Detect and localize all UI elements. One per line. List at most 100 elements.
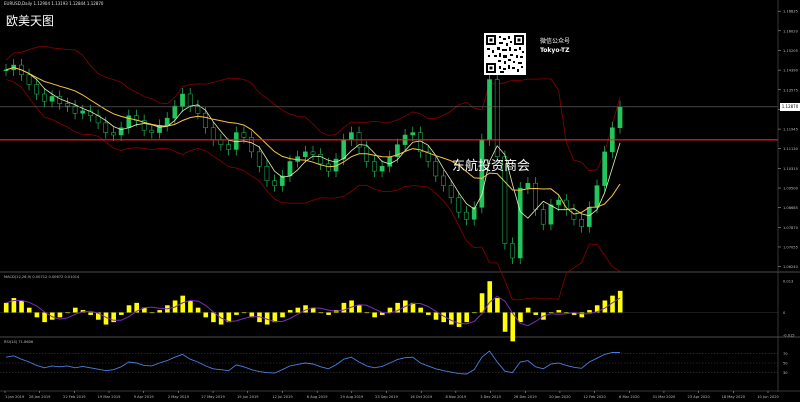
- price-axis-label: 1.06240: [783, 265, 799, 269]
- macd-histogram-bar: [617, 290, 623, 313]
- candle-body: [42, 93, 47, 102]
- time-axis-label: 1 Jan 2019: [5, 395, 25, 399]
- price-axis-label: 1.16020: [783, 29, 799, 33]
- price-axis-label: 1.11945: [783, 128, 798, 132]
- time-axis-label: 16 Oct 2019: [410, 395, 433, 399]
- macd-histogram-bar: [234, 312, 239, 315]
- macd-histogram-bar: [487, 281, 493, 313]
- macd-axis-label: -0.015: [783, 334, 795, 338]
- candle-body: [241, 132, 247, 138]
- price-axis-label: 1.14390: [783, 69, 799, 73]
- macd-histogram-bar: [126, 305, 132, 313]
- time-axis-label: 19 Jun 2019: [237, 395, 259, 399]
- candle-body: [517, 187, 523, 259]
- macd-histogram-bar: [510, 312, 516, 342]
- macd-histogram-bar: [295, 307, 301, 313]
- candle-body: [433, 161, 439, 177]
- price-axis-label: 1.07055: [783, 245, 798, 249]
- candle-body: [456, 197, 462, 213]
- qr-code-icon: [484, 33, 526, 75]
- macd-histogram-bar: [372, 312, 377, 318]
- chart-window: MACD(12,26,9) 0.00712 0.00672 0.01014 RS…: [0, 0, 800, 402]
- candle-body: [448, 185, 454, 198]
- candle-body: [594, 185, 600, 208]
- current-price-text: 1.12870: [781, 103, 799, 109]
- candle-body: [548, 204, 554, 225]
- candle-body: [49, 96, 55, 102]
- macd-histogram-bar: [387, 307, 393, 313]
- rsi-axis-label: 70: [783, 352, 788, 356]
- time-axis-label: 6 Mar 2020: [619, 395, 640, 399]
- candle-body: [494, 79, 500, 157]
- candle-body: [617, 106, 623, 129]
- candle-body: [487, 79, 492, 141]
- candle-body: [34, 84, 40, 95]
- qr-caption-wechat: 微信公众号: [540, 38, 571, 45]
- candle-body: [256, 151, 262, 167]
- macd-histogram-bar: [426, 312, 431, 315]
- candle-body: [341, 139, 347, 160]
- time-axis-label: 10 Jun 2020: [757, 395, 779, 399]
- time-axis-label: 6 Aug 2019: [307, 395, 328, 399]
- macd-histogram-bar: [318, 312, 324, 314]
- price-panel: [0, 45, 778, 301]
- rsi-label: RSI(14) 71.8606: [4, 340, 34, 344]
- candle-body: [226, 144, 231, 150]
- time-axis-label: 19 Mar 2019: [98, 395, 121, 399]
- symbol-label: EURUSD,Daily 1.12904 1.13193 1.12844 1.1…: [4, 1, 104, 6]
- candle-body: [533, 182, 538, 210]
- watermark-center: 东航投资商会: [452, 159, 531, 174]
- price-axis-label: 1.07870: [783, 226, 799, 230]
- time-axis-label: 22 Feb 2019: [63, 395, 86, 399]
- candle-body: [80, 110, 86, 114]
- time-axis-label: 8 Nov 2019: [445, 395, 466, 399]
- macd-label: MACD(12,26,9) 0.00712 0.00672 0.01014: [4, 275, 80, 279]
- ma-fast-line: [5, 67, 621, 219]
- macd-histogram-bar: [19, 300, 24, 313]
- macd-histogram-bar: [188, 300, 193, 313]
- macd-axis-label: 0.013: [783, 280, 793, 284]
- candle-body: [187, 93, 193, 107]
- macd-histogram-bar: [341, 302, 347, 313]
- time-axis-label: 20 Jan 2020: [549, 395, 571, 399]
- candle-body: [310, 151, 316, 155]
- candle-body: [372, 161, 377, 172]
- time-axis-label: 28 Jan 2019: [29, 395, 51, 399]
- macd-histogram-bar: [203, 312, 209, 318]
- macd-histogram-bar: [88, 312, 93, 315]
- candle-body: [210, 127, 216, 141]
- macd-histogram-bar: [3, 302, 9, 313]
- macd-histogram-bar: [195, 307, 201, 313]
- macd-histogram-bar: [525, 307, 531, 313]
- macd-histogram-bar: [364, 312, 370, 314]
- time-axis-label: 23 Apr 2020: [688, 395, 711, 399]
- macd-histogram-bar: [556, 310, 562, 313]
- axes-layer: 1.168351.160201.152051.143901.135751.127…: [4, 10, 799, 399]
- candle-body: [272, 180, 277, 186]
- candle-body: [203, 113, 208, 129]
- chart-canvas[interactable]: MACD(12,26,9) 0.00712 0.00672 0.01014 RS…: [0, 0, 800, 402]
- macd-histogram-bar: [326, 312, 331, 315]
- price-axis-label: 1.16835: [783, 10, 798, 14]
- qr-caption-account: Tokyo-TZ: [540, 47, 570, 54]
- macd-histogram-bar: [449, 312, 454, 325]
- macd-histogram-bar: [119, 312, 124, 315]
- macd-histogram-bar: [65, 312, 70, 314]
- candle-body: [218, 139, 224, 145]
- candle-body: [318, 154, 324, 165]
- candle-body: [111, 132, 116, 136]
- macd-histogram-bar: [587, 310, 592, 313]
- price-axis-label: 1.09500: [783, 187, 799, 191]
- rsi-line: [5, 350, 621, 375]
- price-axis-label: 1.11130: [783, 147, 799, 151]
- price-axis-label: 1.15205: [783, 49, 798, 53]
- macd-histogram-bar: [241, 312, 247, 314]
- candle-body: [379, 166, 385, 172]
- candle-body: [72, 105, 78, 114]
- candle-body: [540, 209, 546, 225]
- time-axis-label: 29 Aug 2019: [340, 395, 364, 399]
- candle-body: [602, 151, 607, 186]
- candle-body: [579, 219, 584, 227]
- candle-body: [410, 132, 416, 136]
- candle-body: [172, 105, 178, 119]
